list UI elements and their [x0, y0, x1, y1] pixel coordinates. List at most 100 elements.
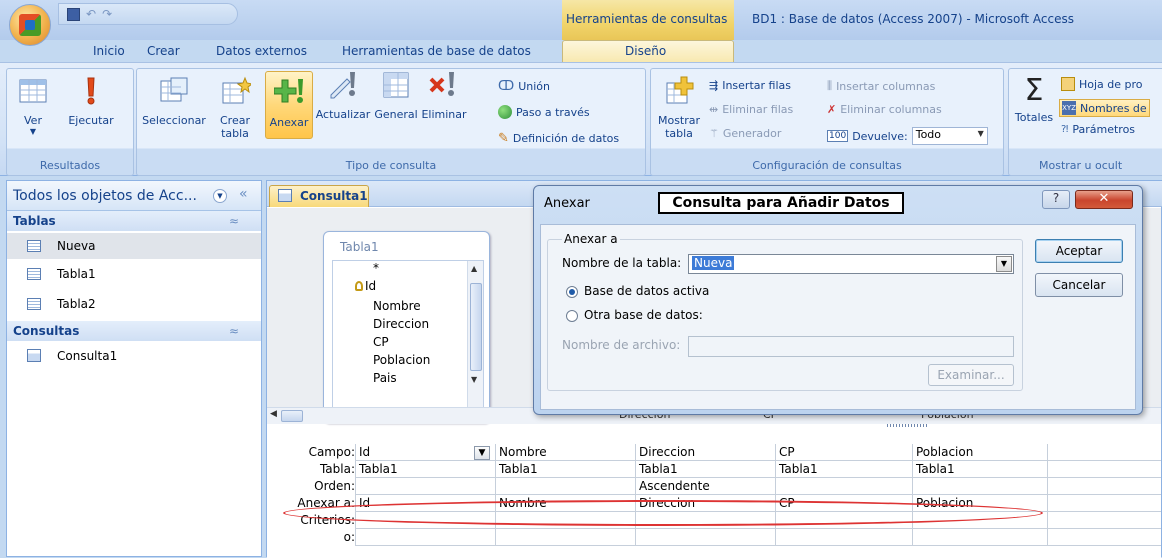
insertar-columnas-button[interactable]: ⫼ Insertar columnas: [827, 79, 935, 93]
grid-cell[interactable]: Poblacion: [912, 444, 1047, 461]
cancelar-button[interactable]: Cancelar: [1035, 273, 1123, 297]
quick-access-toolbar[interactable]: ↶ ↷: [58, 3, 238, 25]
grid-cell[interactable]: CP: [775, 444, 912, 461]
actualizar-button[interactable]: Actualizar: [314, 69, 372, 121]
examinar-button[interactable]: Examinar...: [928, 364, 1014, 386]
tab-crear[interactable]: Crear: [147, 44, 180, 58]
insertar-filas-button[interactable]: ⇶ Insertar filas: [709, 79, 791, 92]
office-button[interactable]: [9, 4, 51, 46]
general-button[interactable]: General: [372, 69, 420, 121]
insertar-filas-label: Insertar filas: [722, 79, 791, 92]
grid-cell[interactable]: Tabla1: [912, 461, 1047, 478]
group-label-resultados: Resultados: [39, 159, 101, 172]
ver-button[interactable]: Ver ▼: [13, 75, 53, 136]
help-button[interactable]: ?: [1042, 190, 1070, 209]
nav-header[interactable]: Todos los objetos de Acc... ▼ «: [7, 181, 261, 211]
scroll-down-icon[interactable]: ▼: [471, 375, 477, 384]
nav-item-tabla1[interactable]: Tabla1: [7, 261, 261, 287]
grid-cell[interactable]: Direccion: [635, 444, 775, 461]
eliminar-columnas-button[interactable]: ✗ Eliminar columnas: [827, 103, 942, 116]
grid-cell[interactable]: [355, 478, 495, 495]
close-button[interactable]: ✕: [1075, 190, 1133, 209]
grid-cell[interactable]: [355, 529, 495, 546]
grid-cell[interactable]: [1047, 444, 1161, 461]
scroll-left-icon[interactable]: ◀: [270, 409, 277, 419]
radio-otra-base[interactable]: [566, 310, 578, 322]
field-item[interactable]: Pais: [373, 371, 397, 385]
grid-cell[interactable]: [1047, 478, 1161, 495]
nav-item-consulta1[interactable]: Consulta1: [7, 343, 261, 369]
radio-otra-base-label[interactable]: Otra base de datos:: [584, 308, 703, 322]
eliminar-button[interactable]: Eliminar: [420, 69, 468, 121]
tab-herramientas[interactable]: Herramientas de base de datos: [342, 44, 531, 58]
field-item[interactable]: Poblacion: [373, 353, 430, 367]
tab-diseno[interactable]: Diseño: [562, 40, 734, 62]
devuelve-select[interactable]: Todo ▼: [911, 127, 988, 145]
union-button[interactable]: ↀ Unión: [498, 79, 550, 94]
field-item[interactable]: *: [373, 261, 379, 275]
anexar-button[interactable]: Anexar: [265, 71, 313, 139]
tab-datos-externos[interactable]: Datos externos: [216, 44, 307, 58]
ejecutar-button[interactable]: Ejecutar: [61, 75, 121, 127]
collapse-pane-icon[interactable]: «: [239, 186, 248, 202]
save-icon[interactable]: [67, 7, 80, 21]
field-list-scrollbar[interactable]: ▲ ▼: [467, 261, 483, 417]
nav-title[interactable]: Todos los objetos de Acc...: [13, 188, 197, 204]
field-item[interactable]: Id: [365, 279, 376, 293]
scroll-thumb[interactable]: [470, 283, 482, 371]
datasheet-view-icon: [19, 79, 47, 103]
generador-button[interactable]: ⚚ Generador: [709, 127, 781, 140]
field-list-tabla1[interactable]: Tabla1 * Id Nombre Direccion CP Poblacio…: [323, 231, 490, 423]
undo-icon[interactable]: ↶: [86, 7, 96, 21]
field-item[interactable]: CP: [373, 335, 389, 349]
nav-section-consultas[interactable]: Consultas ≈: [7, 321, 261, 341]
nav-item-nueva[interactable]: Nueva: [7, 233, 261, 259]
chevron-down-icon[interactable]: ▼: [474, 446, 490, 460]
tab-consulta1[interactable]: Consulta1: [269, 185, 369, 207]
mostrar-tabla-button[interactable]: Mostrar tabla: [657, 75, 701, 140]
grid-cell[interactable]: Tabla1: [775, 461, 912, 478]
grid-cell[interactable]: Nombre: [495, 444, 635, 461]
table-name-combo[interactable]: Nueva ▼: [688, 254, 1014, 274]
grid-cell[interactable]: [912, 529, 1047, 546]
file-name-input[interactable]: [688, 336, 1014, 357]
scroll-up-icon[interactable]: ▲: [471, 264, 477, 273]
pane-splitter[interactable]: [887, 424, 927, 427]
grid-cell[interactable]: [635, 529, 775, 546]
paso-button[interactable]: Paso a través: [498, 105, 590, 119]
seleccionar-button[interactable]: Seleccionar: [139, 75, 209, 127]
crear-tabla-button[interactable]: Crear tabla: [211, 75, 259, 140]
grid-cell[interactable]: Ascendente: [635, 478, 775, 495]
grid-cell[interactable]: Tabla1: [635, 461, 775, 478]
field-item[interactable]: Nombre: [373, 299, 421, 313]
grid-cell[interactable]: [495, 529, 635, 546]
hoja-propiedades-button[interactable]: Hoja de pro: [1061, 77, 1143, 91]
grid-cell[interactable]: [495, 478, 635, 495]
redo-icon[interactable]: ↷: [102, 7, 112, 21]
nav-item-tabla2[interactable]: Tabla2: [7, 291, 261, 317]
grid-cell[interactable]: [775, 529, 912, 546]
grid-cell[interactable]: [775, 478, 912, 495]
radio-base-activa-label[interactable]: Base de datos activa: [584, 284, 709, 298]
definicion-button[interactable]: ✎ Definición de datos: [498, 131, 619, 146]
grid-cell[interactable]: Tabla1: [495, 461, 635, 478]
scroll-thumb[interactable]: [281, 410, 303, 422]
parametros-button[interactable]: ⁈ Parámetros: [1061, 123, 1135, 136]
chevron-down-icon[interactable]: ▼: [996, 256, 1012, 272]
chevron-up-icon: ≈: [228, 214, 239, 228]
tab-inicio[interactable]: Inicio: [93, 44, 125, 58]
grid-cell[interactable]: [912, 478, 1047, 495]
grid-cell[interactable]: Tabla1: [355, 461, 495, 478]
field-item[interactable]: Direccion: [373, 317, 429, 331]
grid-cell[interactable]: [1047, 529, 1161, 546]
grid-cell[interactable]: [1047, 495, 1161, 512]
grid-cell[interactable]: [1047, 461, 1161, 478]
nombres-tabla-button[interactable]: XYZ Nombres de: [1059, 99, 1150, 117]
grid-cell[interactable]: [1047, 512, 1161, 529]
nav-section-tablas[interactable]: Tablas ≈: [7, 211, 261, 231]
eliminar-filas-button[interactable]: ⇹ Eliminar filas: [709, 103, 793, 116]
aceptar-button[interactable]: Aceptar: [1035, 239, 1123, 263]
totales-button[interactable]: Σ Totales: [1013, 75, 1055, 125]
chevron-down-icon[interactable]: ▼: [213, 189, 227, 203]
radio-base-activa[interactable]: [566, 286, 578, 298]
